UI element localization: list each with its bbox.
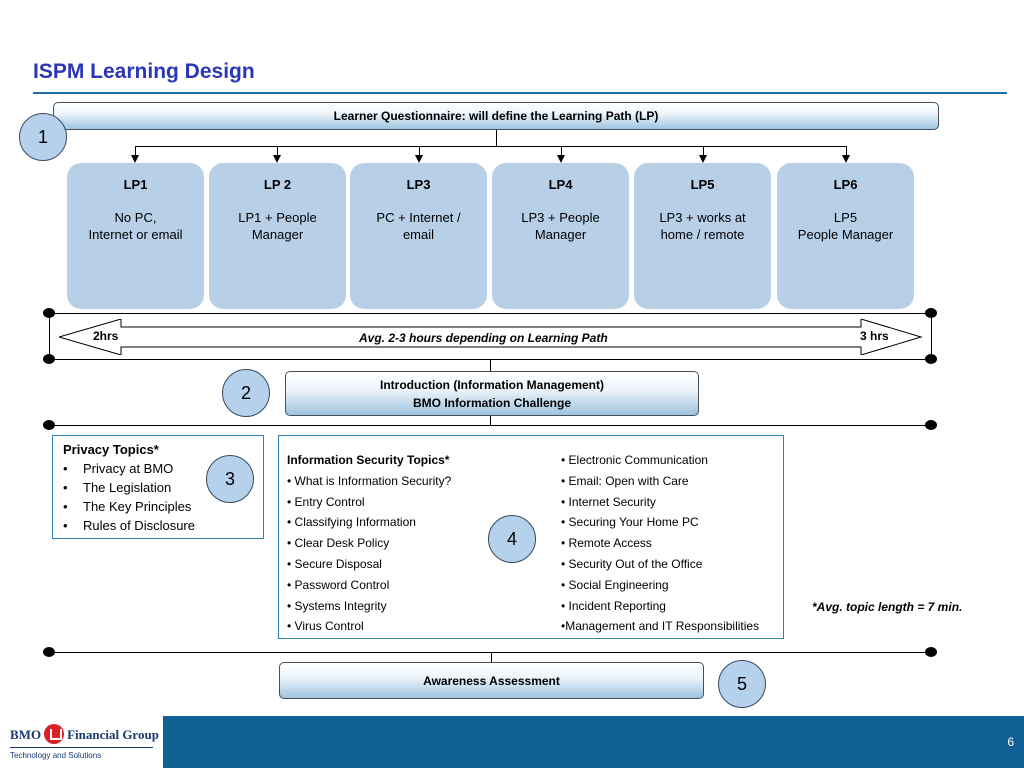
connector-lp6 [846,146,847,155]
bracket-left [49,313,50,359]
questionnaire-bar: Learner Questionnaire: will define the L… [53,102,939,130]
arrowhead-lp3 [415,155,423,163]
connector-lp5 [703,146,704,155]
lp-desc: PC + Internet / email [376,210,461,242]
connector-intro-bottom [490,416,491,425]
connector-lp2 [277,146,278,155]
bullet: • [63,518,68,533]
infosec-item: • Systems Integrity [287,598,387,613]
privacy-item: Privacy at BMO [83,461,174,476]
title-rule [33,92,1007,94]
bracket-right [931,313,932,359]
brand-left: BMO [10,726,42,742]
lp-name: LP5 [690,177,715,192]
step-3-badge: 3 [206,455,254,503]
lp-box-2: LP 2 LP1 + People Manager [209,163,346,309]
separator-line-3 [49,425,931,426]
infosec-item: •Management and IT Responsibilities [561,619,760,634]
questionnaire-label: Learner Questionnaire: will define the L… [333,109,659,123]
lp-box-4: LP4 LP3 + People Manager [492,163,629,309]
duration-min-label: 2hrs [93,329,119,343]
infosec-item: • Email: Open with Care [561,473,689,488]
lp-name: LP1 [123,177,148,192]
connector-assessment [491,652,492,662]
page-title: ISPM Learning Design [33,60,255,83]
connector-intro-top [490,359,491,371]
infosec-item: • Password Control [287,577,390,592]
lp-box-1: LP1 No PC, Internet or email [67,163,204,309]
intro-bar: Introduction (Information Management) BM… [285,371,699,416]
lp-box-5: LP5 LP3 + works at home / remote [634,163,771,309]
lp-name: LP4 [548,177,573,192]
connector-lp4 [561,146,562,155]
infosec-item: • Securing Your Home PC [561,515,699,530]
lp-desc: LP3 + People Manager [521,210,600,242]
infosec-item: • Remote Access [561,536,652,551]
connector-trunk [496,130,497,146]
page-number: 6 [1007,735,1014,749]
intro-line1: Introduction (Information Management) [380,377,604,392]
privacy-item: The Key Principles [83,499,192,514]
privacy-item: Rules of Disclosure [83,518,195,533]
privacy-item: The Legislation [83,480,172,495]
infosec-right-column: • Electronic Communication • Email: Open… [561,453,759,640]
lp-desc: LP3 + works at home / remote [659,210,746,242]
infosec-item: • Classifying Information [287,515,416,530]
logo-subtitle: Technology and Solutions [10,751,102,760]
arrowhead-lp4 [557,155,565,163]
lp-box-6: LP6 LP5 People Manager [777,163,914,309]
infosec-item: • Entry Control [287,494,365,509]
infosec-item: • Incident Reporting [561,598,666,613]
lp-name: LP 2 [263,177,292,192]
connector-lp3 [419,146,420,155]
arrowhead-lp6 [842,155,850,163]
infosec-item: • Security Out of the Office [561,556,703,571]
infosec-item: • Clear Desk Policy [287,536,390,551]
arrowhead-lp5 [699,155,707,163]
bullet: • [63,480,68,495]
infosec-left-column: Information Security Topics* • What is I… [287,453,451,640]
separator-line-1 [49,313,931,314]
duration-avg-label: Avg. 2-3 hours depending on Learning Pat… [359,331,608,345]
assessment-bar: Awareness Assessment [279,662,704,699]
lp-desc: LP1 + People Manager [238,210,317,242]
list-item: • Rules of Disclosure [63,516,263,535]
infosec-item: • Internet Security [561,494,656,509]
lp-desc: No PC, Internet or email [88,210,183,242]
logo-rule [10,747,153,748]
step-5-badge: 5 [718,660,766,708]
intro-line2: BMO Information Challenge [412,395,571,410]
duration-max-label: 3 hrs [860,329,889,343]
lp-name: LP6 [833,177,858,192]
connector-lp1 [135,146,136,155]
footer-bar: BMO Financial Group Technology and Soluti… [0,716,1024,768]
infosec-title: Information Security Topics* [287,453,450,467]
step-4-badge: 4 [488,515,536,563]
infosec-item: • Social Engineering [561,577,669,592]
step-2-badge: 2 [222,369,270,417]
infosec-item: • What is Information Security? [287,473,452,488]
bmo-logo: BMO Financial Group [10,724,159,746]
bullet: • [63,499,68,514]
lp-desc: LP5 People Manager [797,210,894,242]
bullet: • [63,461,68,476]
arrowhead-lp2 [273,155,281,163]
arrowhead-lp1 [131,155,139,163]
topic-length-note: *Avg. topic length = 7 min. [812,600,963,614]
logo-panel: BMO Financial Group Technology and Soluti… [0,716,163,768]
connector-bar [135,146,847,147]
step-1-badge: 1 [19,113,67,161]
infosec-item: • Secure Disposal [287,556,382,571]
assessment-label: Awareness Assessment [423,673,560,688]
separator-line-4 [49,652,931,653]
lp-name: LP3 [406,177,431,192]
lp-box-3: LP3 PC + Internet / email [350,163,487,309]
infosec-item: • Virus Control [287,619,364,634]
brand-right: Financial Group [67,726,159,742]
bmo-roundel-icon [44,724,65,744]
infosec-item: • Electronic Communication [561,453,708,467]
